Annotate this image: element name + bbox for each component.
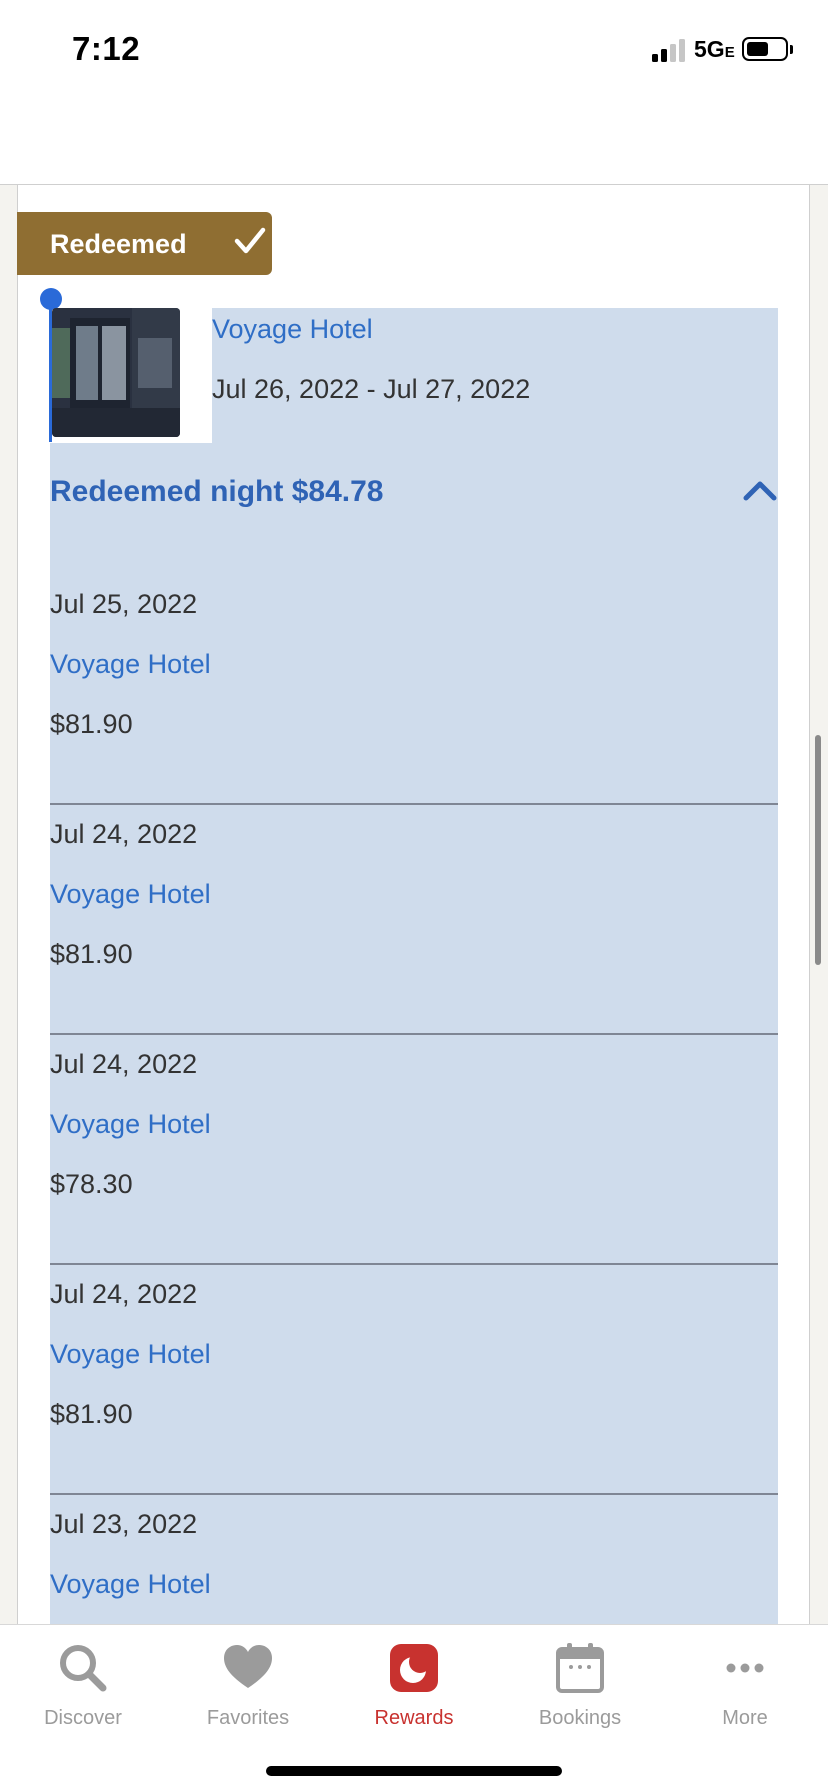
list-item: Jul 24, 2022 Voyage Hotel $81.90 xyxy=(50,1265,778,1495)
calendar-icon xyxy=(556,1643,604,1693)
redeemed-status-badge: Redeemed xyxy=(17,212,272,275)
more-dots-icon xyxy=(726,1663,764,1673)
night-price: $78.30 xyxy=(50,1169,133,1199)
cellular-signal-icon xyxy=(652,38,688,62)
list-item: Jul 24, 2022 Voyage Hotel $81.90 xyxy=(50,805,778,1035)
tab-label: Rewards xyxy=(374,1707,454,1729)
night-hotel-link[interactable]: Voyage Hotel xyxy=(50,1109,211,1140)
home-indicator xyxy=(266,1766,562,1776)
night-price: $81.90 xyxy=(50,939,133,969)
redeemed-label: Redeemed xyxy=(50,229,187,259)
tab-label: Discover xyxy=(44,1707,122,1729)
page-gutter-left xyxy=(0,185,17,1625)
selection-handle-knob[interactable] xyxy=(40,288,62,310)
checkmark-icon xyxy=(234,227,266,254)
night-date: Jul 23, 2022 xyxy=(50,1509,198,1539)
tab-favorites[interactable]: Favorites xyxy=(165,1625,331,1735)
tab-bookings[interactable]: Bookings xyxy=(497,1625,663,1735)
night-date: Jul 24, 2022 xyxy=(50,1049,198,1079)
night-date: Jul 25, 2022 xyxy=(50,589,198,619)
list-item: Jul 23, 2022 Voyage Hotel xyxy=(50,1495,778,1624)
redeemed-night-summary[interactable]: Redeemed night $84.78 xyxy=(50,475,383,509)
search-icon xyxy=(60,1645,107,1692)
tab-discover[interactable]: Discover xyxy=(0,1625,166,1735)
night-hotel-link[interactable]: Voyage Hotel xyxy=(50,1339,211,1370)
tab-label: Favorites xyxy=(206,1707,290,1729)
chevron-up-icon[interactable] xyxy=(743,479,777,501)
battery-cap xyxy=(790,45,793,54)
list-item: Jul 24, 2022 Voyage Hotel $78.30 xyxy=(50,1035,778,1265)
tab-label: Bookings xyxy=(538,1707,622,1729)
night-date: Jul 24, 2022 xyxy=(50,819,198,849)
status-time: 7:12 xyxy=(72,30,141,67)
tab-label: More xyxy=(722,1707,768,1729)
status-bar: 7:12 5GE xyxy=(0,0,828,100)
battery-icon xyxy=(742,37,788,61)
night-hotel-link[interactable]: Voyage Hotel xyxy=(50,649,211,680)
tab-rewards[interactable]: Rewards xyxy=(331,1625,497,1735)
night-price: $81.90 xyxy=(50,1399,133,1429)
heart-icon xyxy=(224,1645,272,1688)
network-type: 5GE xyxy=(694,36,735,62)
tab-more[interactable]: More xyxy=(662,1625,828,1735)
card-border-right xyxy=(809,185,810,1625)
hotel-name-link[interactable]: Voyage Hotel xyxy=(212,314,373,345)
hotel-thumbnail[interactable] xyxy=(52,308,180,437)
night-date: Jul 24, 2022 xyxy=(50,1279,198,1309)
night-hotel-link[interactable]: Voyage Hotel xyxy=(50,1569,211,1600)
scrollbar[interactable] xyxy=(815,735,821,965)
stay-date-range: Jul 26, 2022 - Jul 27, 2022 xyxy=(212,374,531,404)
list-item: Jul 25, 2022 Voyage Hotel $81.90 xyxy=(50,575,778,805)
card-border-left xyxy=(17,185,18,1625)
header-divider xyxy=(0,184,828,185)
moon-icon xyxy=(390,1644,438,1692)
night-hotel-link[interactable]: Voyage Hotel xyxy=(50,879,211,910)
night-price: $81.90 xyxy=(50,709,133,739)
